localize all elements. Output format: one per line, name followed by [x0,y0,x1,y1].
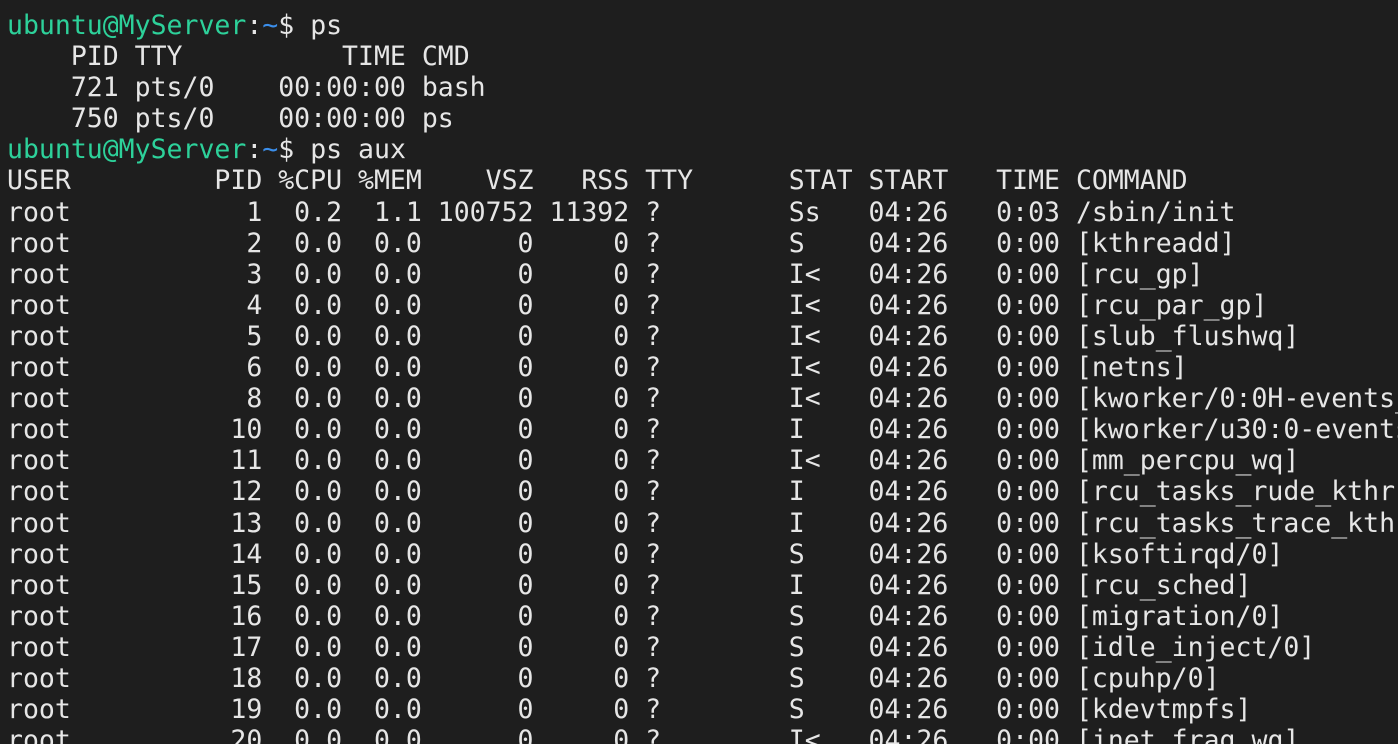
output-line: root 6 0.0 0.0 0 0 ? I< 04:26 0:00 [netn… [7,352,1188,384]
terminal-output[interactable]: ubuntu@MyServer:~$ ps PID TTY TIME CMD 7… [7,10,1398,744]
output-line: root 18 0.0 0.0 0 0 ? S 04:26 0:00 [cpuh… [7,662,1220,694]
output-line: root 11 0.0 0.0 0 0 ? I< 04:26 0:00 [mm_… [7,445,1300,477]
output-line: root 20 0.0 0.0 0 0 ? I< 04:26 0:00 [ine… [7,725,1300,744]
output-line: root 4 0.0 0.0 0 0 ? I< 04:26 0:00 [rcu_… [7,289,1268,321]
output-line: root 13 0.0 0.0 0 0 ? I 04:26 0:00 [rcu_… [7,507,1396,539]
prompt-user: ubuntu@MyServer [7,10,247,41]
output-line: root 12 0.0 0.0 0 0 ? I 04:26 0:00 [rcu_… [7,476,1396,508]
output-line: USER PID %CPU %MEM VSZ RSS TTY STAT STAR… [7,165,1188,197]
prompt-line: ubuntu@MyServer:~$ ps [7,10,1398,41]
output-line: root 3 0.0 0.0 0 0 ? I< 04:26 0:00 [rcu_… [7,258,1204,290]
output-line: 721 pts/0 00:00:00 bash [7,72,486,104]
prompt-path: ~ [262,10,279,41]
prompt-symbol: $ [278,134,311,166]
command-text: ps [310,10,343,41]
output-line: root 15 0.0 0.0 0 0 ? I 04:26 0:00 [rcu_… [7,569,1252,601]
output-line: root 17 0.0 0.0 0 0 ? S 04:26 0:00 [idle… [7,631,1316,663]
output-line: root 14 0.0 0.0 0 0 ? S 04:26 0:00 [ksof… [7,538,1284,570]
output-line: root 2 0.0 0.0 0 0 ? S 04:26 0:00 [kthre… [7,227,1236,259]
prompt-symbol: $ [278,10,311,41]
prompt-path: ~ [262,134,279,166]
prompt-separator: : [246,10,263,41]
output-line: root 8 0.0 0.0 0 0 ? I< 04:26 0:00 [kwor… [7,383,1398,415]
output-line: PID TTY TIME CMD [7,41,470,73]
prompt-line: ubuntu@MyServer:~$ ps aux [7,134,1398,165]
output-line: root 1 0.2 1.1 100752 11392 ? Ss 04:26 0… [7,196,1236,228]
output-line: root 5 0.0 0.0 0 0 ? I< 04:26 0:00 [slub… [7,320,1300,352]
prompt-user: ubuntu@MyServer [7,134,247,166]
command-text: ps aux [310,134,406,166]
prompt-separator: : [246,134,263,166]
output-line: root 16 0.0 0.0 0 0 ? S 04:26 0:00 [migr… [7,600,1284,632]
output-line: 750 pts/0 00:00:00 ps [7,103,454,135]
output-line: root 10 0.0 0.0 0 0 ? I 04:26 0:00 [kwor… [7,414,1398,446]
output-line: root 19 0.0 0.0 0 0 ? S 04:26 0:00 [kdev… [7,694,1252,726]
